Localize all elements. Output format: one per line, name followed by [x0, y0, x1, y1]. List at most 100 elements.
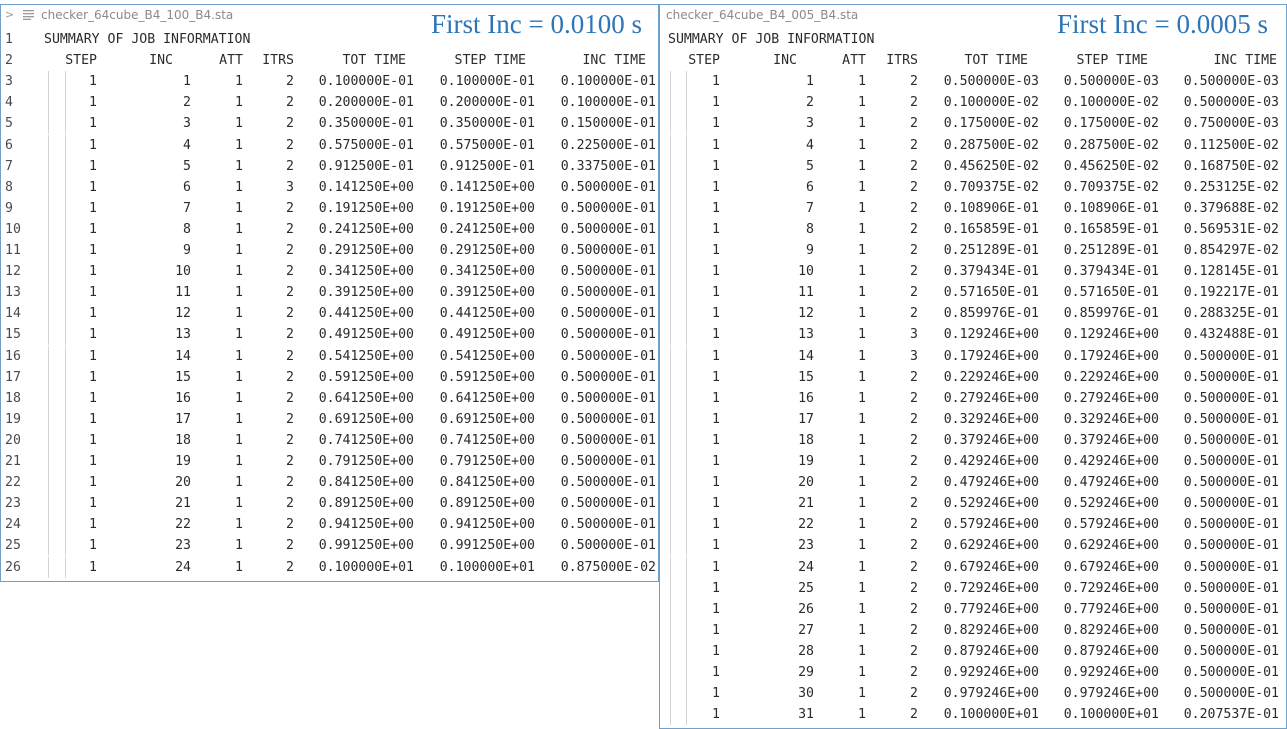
cell: 1	[712, 221, 720, 237]
cell: 0.500000E-01	[560, 369, 656, 385]
indent-guide	[48, 176, 49, 198]
indent-guide	[48, 408, 49, 430]
indent-guide	[686, 240, 687, 261]
cell: 0.128145E-01	[1183, 264, 1279, 280]
cell: 0.729246E+00	[1063, 580, 1159, 596]
file-name[interactable]: checker_64cube_B4_100_B4.sta	[41, 8, 233, 22]
cell: 23	[175, 538, 191, 554]
indent-guide	[65, 155, 66, 177]
cell: 6	[806, 179, 814, 195]
cell: 0.500000E-01	[560, 285, 656, 301]
cell: 0.100000E-02	[1063, 95, 1159, 111]
cell: 17	[175, 411, 191, 427]
cell: 0.241250E+00	[318, 221, 414, 237]
cell: 17	[798, 411, 814, 427]
cell: 18	[175, 432, 191, 448]
cell: 4	[806, 137, 814, 153]
cell: 1	[712, 264, 720, 280]
cell: 2	[806, 95, 814, 111]
indent-guide	[48, 92, 49, 114]
cell: 0.165859E-01	[1063, 221, 1159, 237]
cell: 2	[286, 200, 294, 216]
cell: 1	[858, 158, 866, 174]
indent-guide	[65, 261, 66, 283]
data-row: 1 24 1 2 0.679246E+00 0.679246E+00 0.500000E-0…	[660, 556, 1286, 578]
data-row: 11 1 9 1 2 0.291250E+00 0.291250E+00 0.500000E-…	[1, 240, 658, 261]
cell: 12	[175, 306, 191, 322]
data-row: 1 16 1 2 0.279246E+00 0.279246E+00 0.500000E-0…	[660, 387, 1286, 409]
cell: 0.225000E-01	[560, 137, 656, 153]
cell: 2	[910, 622, 918, 638]
data-row: 22 1 20 1 2 0.841250E+00 0.841250E+00 0.500000E…	[1, 472, 658, 494]
data-row: 1 30 1 2 0.979246E+00 0.979246E+00 0.500000E-0…	[660, 683, 1286, 705]
cell: 0.241250E+00	[439, 221, 535, 237]
cell: 2	[286, 496, 294, 512]
data-row: 13 1 11 1 2 0.391250E+00 0.391250E+00 0.500000E…	[1, 282, 658, 304]
indent-guide	[670, 387, 671, 409]
data-row: 10 1 8 1 2 0.241250E+00 0.241250E+00 0.500000E-…	[1, 218, 658, 240]
cell: 23	[798, 538, 814, 554]
cell: 1	[858, 116, 866, 132]
cell: 8	[183, 221, 191, 237]
indent-guide	[686, 197, 687, 219]
indent-guide	[65, 240, 66, 261]
cell: 9	[183, 243, 191, 258]
indent-guide	[670, 640, 671, 662]
cell: 0.379246E+00	[1063, 432, 1159, 448]
cell: 0.579246E+00	[1063, 517, 1159, 533]
cell: 0.456250E-02	[1063, 158, 1159, 174]
data-row: 1 10 1 2 0.379434E-01 0.379434E-01 0.128145E-0…	[660, 261, 1286, 283]
cell: 1	[858, 369, 866, 385]
cell: 1	[858, 221, 866, 237]
cell: 0.288325E-01	[1183, 306, 1279, 322]
cell: 0.629246E+00	[1063, 538, 1159, 554]
cell: 2	[910, 158, 918, 174]
cell: 0.429246E+00	[943, 454, 1039, 469]
indent-guide	[48, 366, 49, 388]
file-name[interactable]: checker_64cube_B4_005_B4.sta	[666, 8, 858, 22]
cell: 2	[910, 221, 918, 237]
cell: 0.500000E-01	[1183, 622, 1279, 638]
cell: 0.829246E+00	[943, 622, 1039, 638]
data-row: 1 29 1 2 0.929246E+00 0.929246E+00 0.500000E-0…	[660, 662, 1286, 683]
cell: 0.100000E-01	[560, 95, 656, 111]
cell: 1	[858, 601, 866, 617]
chevron-right-icon[interactable]: >	[5, 8, 14, 21]
cell: 1	[235, 390, 243, 406]
cell: 0.709375E-02	[943, 179, 1039, 195]
data-row: 19 1 17 1 2 0.691250E+00 0.691250E+00 0.500000E…	[1, 408, 658, 430]
cell: 3	[910, 348, 918, 364]
cell: 0.456250E-02	[943, 158, 1039, 174]
cell: 22	[798, 517, 814, 533]
cell: 1	[89, 74, 97, 90]
cell: 0.891250E+00	[439, 496, 535, 512]
column-header: INC TIME	[582, 53, 646, 69]
cell: 1	[89, 454, 97, 469]
cell: 1	[712, 538, 720, 554]
cell: 1	[858, 538, 866, 554]
cell: 0.500000E-01	[560, 496, 656, 512]
cell: 1	[89, 95, 97, 111]
cell: 5	[806, 158, 814, 174]
indent-guide	[686, 556, 687, 578]
indent-guide	[65, 345, 66, 367]
cell: 0.500000E-01	[1183, 643, 1279, 659]
cell: 2	[910, 411, 918, 427]
indent-guide	[670, 71, 671, 93]
cell: 0.500000E-01	[560, 475, 656, 491]
data-row: 1 9 1 2 0.251289E-01 0.251289E-01 0.854297E-02	[660, 240, 1286, 261]
cell: 18	[798, 432, 814, 448]
data-row: 4 1 2 1 2 0.200000E-01 0.200000E-01 0.100000E-0…	[1, 92, 658, 114]
cell: 1	[858, 643, 866, 659]
cell: 19	[175, 454, 191, 469]
column-header: ATT	[842, 53, 866, 69]
indent-guide	[670, 240, 671, 261]
line-number: 23	[5, 496, 21, 512]
indent-guide	[686, 493, 687, 515]
cell: 0.229246E+00	[1063, 369, 1159, 385]
cell: 24	[175, 559, 191, 575]
cell: 0.179246E+00	[1063, 348, 1159, 364]
cell: 0.491250E+00	[439, 327, 535, 343]
line-number: 12	[5, 264, 21, 280]
data-row: 1 26 1 2 0.779246E+00 0.779246E+00 0.500000E-0…	[660, 598, 1286, 620]
